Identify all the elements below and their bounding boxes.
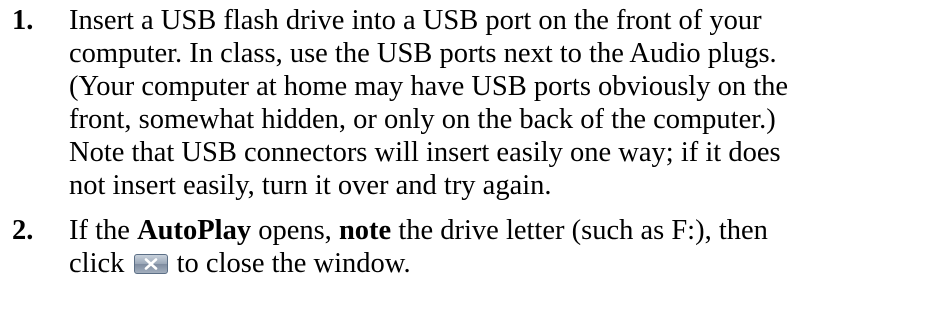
step-text-line: click to close the window. — [69, 247, 951, 280]
text-run: opens, — [251, 215, 339, 246]
step-1: 1. Insert a USB flash drive into a USB p… — [0, 4, 951, 202]
instructions-document: 1. Insert a USB flash drive into a USB p… — [0, 0, 951, 280]
autoplay-term: AutoPlay — [137, 215, 252, 246]
note-term: note — [338, 215, 392, 246]
text-run: If the — [69, 215, 138, 246]
step-text-line: front, somewhat hidden, or only on the b… — [69, 104, 776, 135]
step-text-line: Note that USB connectors will insert eas… — [69, 137, 781, 168]
step-text-line: Insert a USB flash drive into a USB port… — [69, 5, 762, 36]
step-text-line: (Your computer at home may have USB port… — [69, 71, 789, 102]
text-run: the drive letter (such as F:), then — [391, 215, 768, 246]
text-run: to close the window. — [169, 248, 411, 279]
step-text-line: not insert easily, turn it over and try … — [69, 170, 552, 201]
step-2: 2. If the AutoPlay opens, note the drive… — [0, 214, 951, 280]
step-text-line: computer. In class, use the USB ports ne… — [69, 38, 777, 69]
x-glyph-icon — [144, 258, 157, 270]
step-text-line: If the AutoPlay opens, note the drive le… — [69, 214, 951, 247]
step-number: 2. — [12, 215, 34, 246]
close-window-button-icon[interactable] — [133, 254, 168, 274]
text-run: click — [69, 248, 132, 279]
step-number: 1. — [12, 5, 34, 36]
